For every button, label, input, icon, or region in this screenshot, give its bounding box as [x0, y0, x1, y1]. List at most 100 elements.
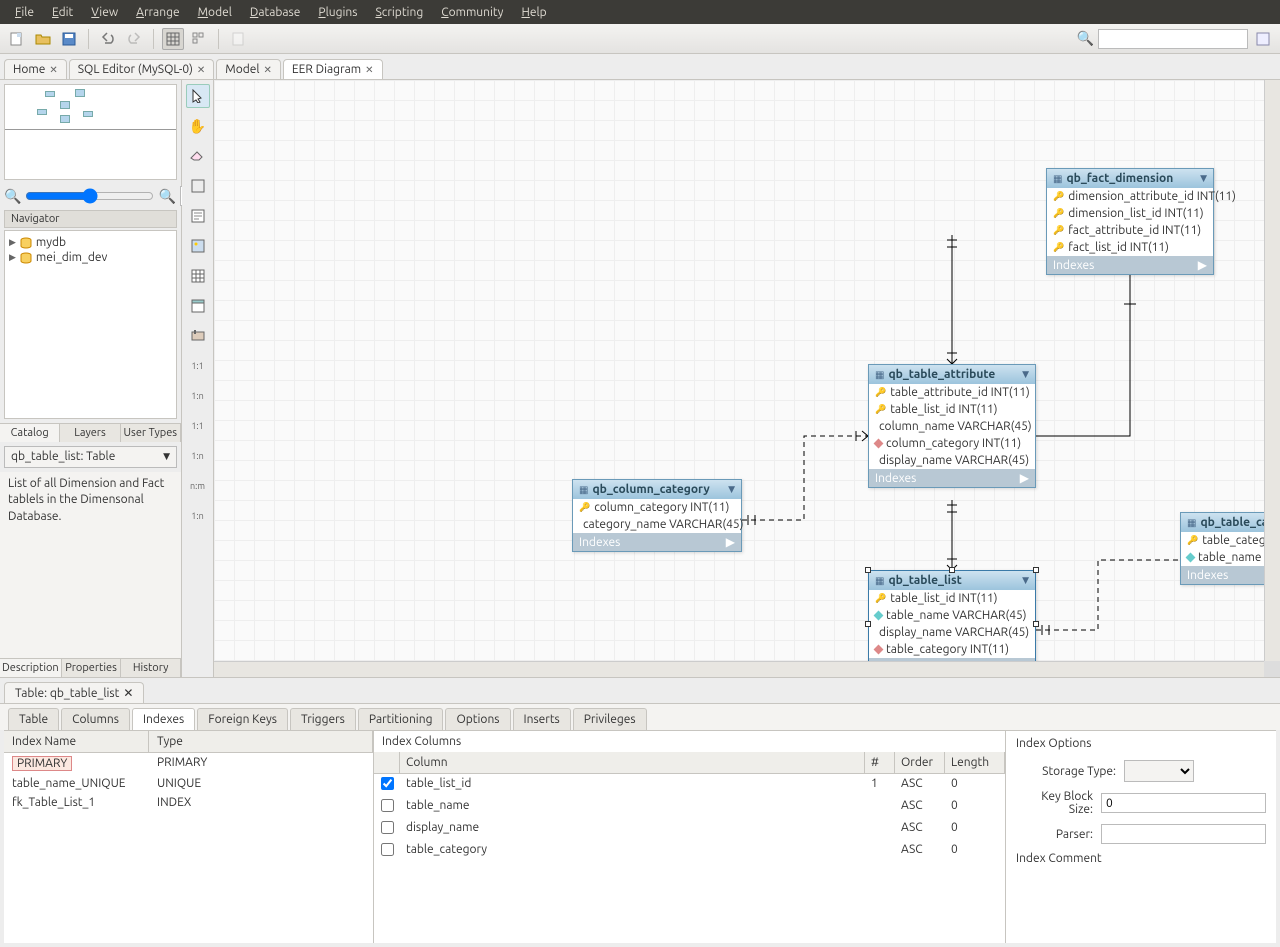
desc-tab-history[interactable]: History — [121, 659, 181, 677]
diagram-canvas[interactable]: ▦qb_fact_dimension▼🔑dimension_attribute_… — [214, 80, 1280, 677]
tab-model[interactable]: Model✕ — [216, 59, 281, 79]
zoom-out-button[interactable]: 🔍 — [4, 188, 21, 205]
col-header-column[interactable]: Column — [400, 752, 865, 773]
tool-table[interactable] — [186, 264, 210, 288]
tool-rel-1n-id[interactable]: 1:n — [186, 444, 210, 468]
subtab-triggers[interactable]: Triggers — [290, 708, 356, 730]
subtab-columns[interactable]: Columns — [61, 708, 130, 730]
tool-rel-11-id[interactable]: 1:1 — [186, 414, 210, 438]
tree-item-mydb[interactable]: ▶ mydb — [9, 235, 172, 250]
table-column[interactable]: column_name VARCHAR(45) — [869, 418, 1035, 435]
zoom-in-button[interactable]: 🔍 — [158, 188, 175, 205]
selection-handle[interactable] — [1033, 621, 1039, 627]
chevron-down-icon[interactable]: ▼ — [1022, 369, 1029, 380]
index-column-row[interactable]: table_categoryASC0 — [374, 840, 1005, 862]
vertical-scrollbar[interactable] — [1264, 80, 1280, 661]
close-icon[interactable]: ✕ — [264, 64, 272, 76]
table-header[interactable]: ▦qb_fact_dimension▼ — [1047, 169, 1213, 188]
zoom-slider[interactable] — [25, 189, 154, 203]
table-header[interactable]: ▦qb_table_attribute▼ — [869, 365, 1035, 384]
bottom-tab-table[interactable]: Table: qb_table_list ✕ — [4, 682, 144, 703]
tool-eraser[interactable] — [186, 144, 210, 168]
index-column-row[interactable]: table_list_id1ASC0 — [374, 774, 1005, 796]
menu-help[interactable]: Help — [512, 6, 555, 19]
selected-object-combo[interactable]: qb_table_list: Table ▼ — [4, 446, 177, 468]
column-include-checkbox[interactable] — [381, 821, 394, 834]
table-indexes-footer[interactable]: Indexes▶ — [869, 469, 1035, 487]
chevron-down-icon[interactable]: ▼ — [1200, 173, 1207, 184]
parser-input[interactable] — [1101, 824, 1266, 844]
diagram-overview[interactable] — [4, 84, 177, 180]
table-column[interactable]: 🔑fact_list_id INT(11) — [1047, 239, 1213, 256]
erd-table-qb_table_attribute[interactable]: ▦qb_table_attribute▼🔑table_attribute_id … — [868, 364, 1036, 488]
desc-tab-properties[interactable]: Properties — [62, 659, 122, 677]
subtab-privileges[interactable]: Privileges — [573, 708, 647, 730]
column-include-checkbox[interactable] — [381, 799, 394, 812]
table-indexes-footer[interactable]: Indexes▶ — [1047, 256, 1213, 274]
redo-button[interactable] — [123, 28, 145, 50]
desc-tab-description[interactable]: Description — [0, 659, 62, 677]
tool-note[interactable] — [186, 204, 210, 228]
table-indexes-footer[interactable]: Indexes▶ — [573, 533, 741, 551]
table-column[interactable]: 🔑dimension_list_id INT(11) — [1047, 205, 1213, 222]
col-header-length[interactable]: Length — [945, 752, 1005, 773]
table-column[interactable]: table_category INT(11) — [869, 641, 1035, 658]
table-column[interactable]: display_name VARCHAR(45) — [869, 452, 1035, 469]
selection-handle[interactable] — [949, 567, 955, 573]
tool-view[interactable] — [186, 294, 210, 318]
tool-layer[interactable] — [186, 174, 210, 198]
tool-hand[interactable]: ✋ — [186, 114, 210, 138]
column-include-checkbox[interactable] — [381, 777, 394, 790]
tab-eer-diagram[interactable]: EER Diagram✕ — [283, 59, 383, 79]
align-button[interactable] — [188, 28, 210, 50]
index-column-row[interactable]: table_nameASC0 — [374, 796, 1005, 818]
erd-table-qb_column_category[interactable]: ▦qb_column_category▼🔑column_category INT… — [572, 479, 742, 552]
table-column[interactable]: column_category INT(11) — [869, 435, 1035, 452]
subtab-options[interactable]: Options — [445, 708, 510, 730]
close-icon[interactable]: ✕ — [123, 686, 133, 700]
table-column[interactable]: 🔑column_category INT(11) — [573, 499, 741, 516]
horizontal-scrollbar[interactable] — [214, 661, 1264, 677]
selection-handle[interactable] — [865, 567, 871, 573]
search-input[interactable] — [1098, 29, 1248, 49]
search-options-button[interactable] — [1252, 28, 1274, 50]
menu-community[interactable]: Community — [432, 6, 512, 19]
page-button[interactable] — [227, 28, 249, 50]
menu-scripting[interactable]: Scripting — [366, 6, 432, 19]
key-block-input[interactable] — [1101, 793, 1266, 813]
undo-button[interactable] — [97, 28, 119, 50]
close-icon[interactable]: ✕ — [197, 64, 205, 76]
menu-arrange[interactable]: Arrange — [127, 6, 188, 19]
selection-handle[interactable] — [1033, 567, 1039, 573]
menu-edit[interactable]: Edit — [43, 6, 82, 19]
catalog-tab-catalog[interactable]: Catalog — [0, 424, 60, 442]
tool-rel-1n[interactable]: 1:n — [186, 384, 210, 408]
index-row[interactable]: fk_Table_List_1INDEX — [4, 793, 373, 812]
tree-item-mei-dim-dev[interactable]: ▶ mei_dim_dev — [9, 250, 172, 265]
col-header-num[interactable]: # — [865, 752, 895, 773]
subtab-indexes[interactable]: Indexes — [132, 708, 195, 730]
tool-rel-nm[interactable]: n:m — [186, 474, 210, 498]
tool-routine[interactable] — [186, 324, 210, 348]
table-column[interactable]: 🔑table_list_id INT(11) — [869, 401, 1035, 418]
index-row[interactable]: PRIMARYPRIMARY — [4, 753, 373, 774]
menu-model[interactable]: Model — [189, 6, 241, 19]
menu-plugins[interactable]: Plugins — [309, 6, 366, 19]
expand-icon[interactable]: ▶ — [9, 252, 16, 263]
tool-pointer[interactable] — [186, 84, 210, 108]
storage-type-select[interactable] — [1124, 760, 1194, 782]
col-header-order[interactable]: Order — [895, 752, 945, 773]
erd-table-qb_fact_dimension[interactable]: ▦qb_fact_dimension▼🔑dimension_attribute_… — [1046, 168, 1214, 275]
tool-rel-11[interactable]: 1:1 — [186, 354, 210, 378]
table-header[interactable]: ▦qb_table_list▼ — [869, 571, 1035, 590]
column-include-checkbox[interactable] — [381, 843, 394, 856]
subtab-foreignkeys[interactable]: Foreign Keys — [197, 708, 288, 730]
table-column[interactable]: 🔑dimension_attribute_id INT(11) — [1047, 188, 1213, 205]
chevron-down-icon[interactable]: ▼ — [1022, 575, 1029, 586]
subtab-partitioning[interactable]: Partitioning — [358, 708, 444, 730]
new-file-button[interactable] — [6, 28, 28, 50]
table-column[interactable]: 🔑fact_attribute_id INT(11) — [1047, 222, 1213, 239]
tool-image[interactable] — [186, 234, 210, 258]
close-icon[interactable]: ✕ — [365, 64, 373, 76]
catalog-tab-layers[interactable]: Layers — [60, 424, 120, 442]
